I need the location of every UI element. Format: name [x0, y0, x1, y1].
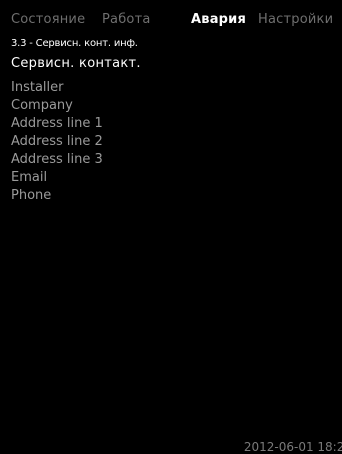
field-installer[interactable]: Installer — [11, 79, 103, 97]
tab-bar: Состояние Работа Авария Настройки — [0, 0, 342, 30]
tab-alarm[interactable]: Авария — [191, 12, 246, 28]
service-contact-list: Installer Company Address line 1 Address… — [11, 79, 103, 205]
section-title: Сервисн. контакт. — [11, 56, 141, 71]
tab-settings[interactable]: Настройки — [258, 12, 333, 28]
field-phone[interactable]: Phone — [11, 187, 103, 205]
breadcrumb: 3.3 - Сервисн. конт. инф. — [11, 38, 138, 49]
datetime-display: 2012-06-01 18:22 — [243, 440, 342, 454]
field-address-line-3[interactable]: Address line 3 — [11, 151, 103, 169]
tab-status[interactable]: Состояние — [11, 12, 85, 28]
field-email[interactable]: Email — [11, 169, 103, 187]
field-address-line-1[interactable]: Address line 1 — [11, 115, 103, 133]
tab-operation[interactable]: Работа — [102, 12, 151, 28]
field-address-line-2[interactable]: Address line 2 — [11, 133, 103, 151]
field-company[interactable]: Company — [11, 97, 103, 115]
